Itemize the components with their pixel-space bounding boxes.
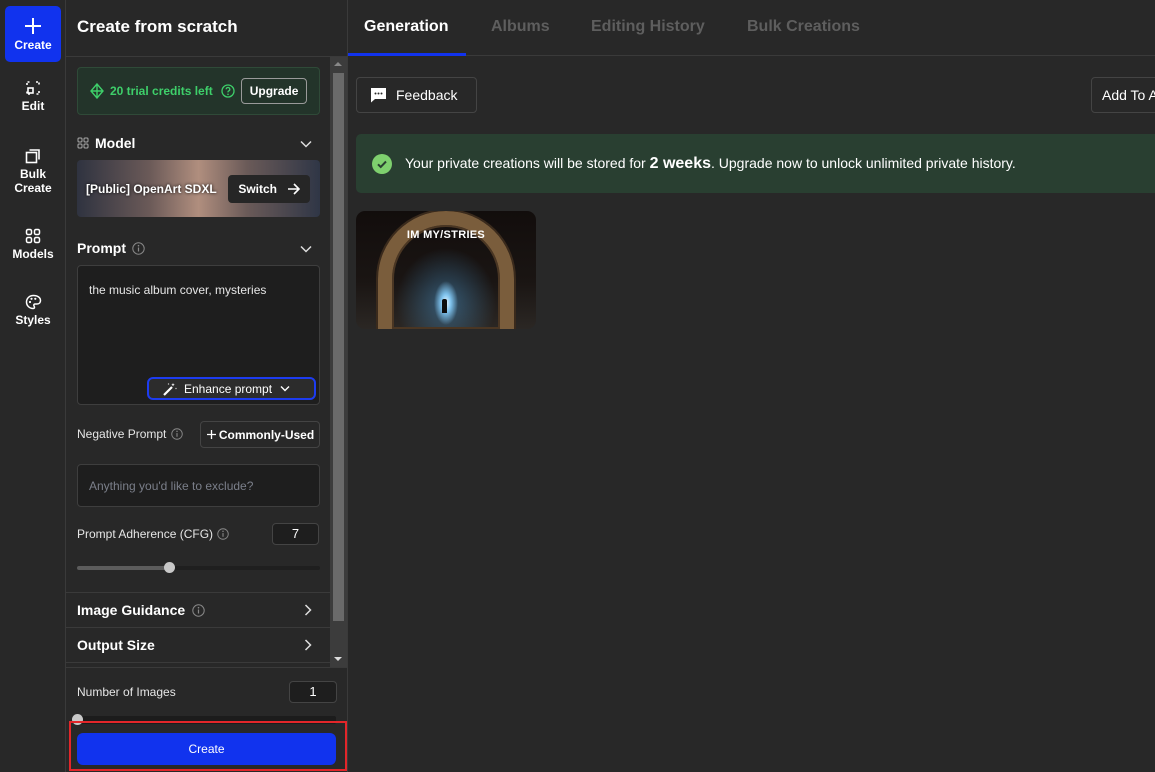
- panel-scrollbar[interactable]: [330, 57, 347, 667]
- cfg-slider-handle[interactable]: [164, 562, 176, 573]
- model-card: [Public] OpenArt SDXL Switch: [77, 160, 320, 217]
- feedback-button[interactable]: Feedback: [356, 77, 477, 113]
- upgrade-button[interactable]: Upgrade: [240, 78, 308, 104]
- negative-prompt-label: Negative Prompt: [77, 427, 184, 441]
- nav-styles-label: Styles: [15, 313, 51, 327]
- scroll-up-arrow[interactable]: [334, 62, 342, 66]
- commonly-used-label: Commonly-Used: [218, 427, 315, 442]
- info-icon[interactable]: [132, 241, 145, 255]
- plus-icon: [206, 430, 216, 439]
- feedback-label: Feedback: [396, 87, 458, 103]
- panel-title: Create from scratch: [66, 0, 347, 57]
- info-icon[interactable]: [217, 528, 229, 540]
- chat-bubble-icon: [371, 88, 386, 103]
- cfg-slider[interactable]: [77, 562, 320, 573]
- model-name: [Public] OpenArt SDXL: [86, 181, 217, 196]
- output-size-section[interactable]: Output Size: [66, 627, 332, 662]
- cfg-slider-fill: [77, 566, 170, 570]
- cfg-value-input[interactable]: 7: [272, 523, 319, 545]
- output-size-label: Output Size: [77, 637, 155, 653]
- help-icon[interactable]: [221, 84, 235, 98]
- main-content: Generation Albums Editing History Bulk C…: [348, 0, 1155, 772]
- edit-crop-icon: [26, 81, 40, 95]
- nav-edit[interactable]: Edit: [5, 80, 61, 113]
- info-icon[interactable]: [192, 603, 205, 617]
- nav-styles[interactable]: Styles: [5, 294, 61, 327]
- switch-model-button[interactable]: Switch: [228, 175, 310, 203]
- active-tab-indicator: [348, 53, 466, 56]
- nav-bulk-create[interactable]: Bulk Create: [5, 148, 61, 195]
- tab-bulk-creations[interactable]: Bulk Creations: [747, 18, 860, 36]
- chevron-right-icon: [304, 604, 312, 616]
- grid-icon: [77, 137, 89, 149]
- copy-stack-icon: [25, 149, 40, 164]
- image-guidance-label: Image Guidance: [77, 602, 186, 618]
- tab-editing-history[interactable]: Editing History: [591, 18, 705, 36]
- prompt-text[interactable]: the music album cover, mysteries: [89, 283, 266, 297]
- cfg-label: Prompt Adherence (CFG): [77, 527, 229, 541]
- storage-notice-text: Your private creations will be stored fo…: [405, 155, 1016, 173]
- create-panel: Create from scratch 20 trial credits lef…: [66, 0, 348, 772]
- chevron-down-icon[interactable]: [300, 245, 312, 253]
- scroll-down-arrow[interactable]: [334, 657, 342, 661]
- diamond-icon: [90, 83, 104, 99]
- chevron-right-icon: [304, 639, 312, 651]
- model-section-header[interactable]: Model: [77, 135, 135, 151]
- create-button[interactable]: Create: [77, 733, 336, 765]
- enhance-prompt-button[interactable]: Enhance prompt: [147, 377, 316, 400]
- chevron-down-icon[interactable]: [300, 140, 312, 148]
- number-of-images-label: Number of Images: [77, 685, 176, 699]
- cfg-label-text: Prompt Adherence (CFG): [77, 527, 214, 541]
- nav-create[interactable]: Create: [5, 6, 61, 62]
- nav-bulk-label: Bulk: [19, 167, 46, 181]
- notice-duration: 2 weeks: [649, 154, 711, 172]
- plus-icon: [25, 17, 41, 34]
- commonly-used-button[interactable]: Commonly-Used: [200, 421, 320, 448]
- arrow-right-icon: [288, 183, 300, 195]
- add-to-album-button[interactable]: Add To A: [1091, 77, 1155, 113]
- tab-albums[interactable]: Albums: [491, 18, 550, 36]
- negative-prompt-input[interactable]: [77, 464, 320, 507]
- check-circle-icon: [372, 153, 392, 174]
- image-title-text: IM MY/STRIES: [406, 229, 486, 241]
- switch-label: Switch: [238, 182, 277, 196]
- nav-models[interactable]: Models: [5, 228, 61, 261]
- chevron-down-icon: [280, 386, 290, 392]
- panel-footer: Number of Images 1 Create: [66, 667, 348, 772]
- nav-edit-label: Edit: [21, 99, 45, 113]
- image-guidance-section[interactable]: Image Guidance: [66, 592, 332, 627]
- credits-text: 20 trial credits left: [110, 84, 213, 98]
- grid-icon: [25, 228, 41, 244]
- notice-suffix: . Upgrade now to unlock unlimited privat…: [711, 154, 1016, 171]
- palette-icon: [25, 294, 41, 310]
- model-title: Model: [95, 135, 136, 151]
- tab-bar: Generation Albums Editing History Bulk C…: [348, 0, 1155, 56]
- number-of-images-input[interactable]: 1: [289, 681, 337, 703]
- nav-create-label: Create: [14, 37, 52, 52]
- negative-prompt-label-text: Negative Prompt: [77, 427, 167, 441]
- info-icon[interactable]: [171, 428, 184, 440]
- prompt-section-header[interactable]: Prompt: [77, 240, 145, 256]
- magic-wand-icon: [163, 382, 177, 396]
- panel-scroll-area: 20 trial credits left Upgrade Model [Pub…: [66, 57, 332, 667]
- enhance-prompt-label: Enhance prompt: [184, 381, 273, 396]
- left-nav: Create Edit Bulk Create Models Styles: [0, 0, 66, 772]
- image-figure: [442, 299, 447, 313]
- notice-prefix: Your private creations will be stored fo…: [405, 154, 650, 171]
- prompt-textarea[interactable]: the music album cover, mysteries Enhance…: [77, 265, 320, 405]
- scrollbar-thumb[interactable]: [333, 73, 344, 621]
- nav-bulk-label-2: Create: [14, 181, 52, 195]
- credits-banner: 20 trial credits left Upgrade: [77, 67, 320, 115]
- storage-notice-banner: Your private creations will be stored fo…: [356, 134, 1155, 193]
- nav-models-label: Models: [12, 247, 54, 261]
- tab-generation[interactable]: Generation: [364, 18, 448, 36]
- prompt-title: Prompt: [77, 240, 126, 256]
- app: Create Edit Bulk Create Models Styles Cr…: [0, 0, 1155, 772]
- generated-image-thumbnail[interactable]: IM MY/STRIES: [356, 211, 536, 329]
